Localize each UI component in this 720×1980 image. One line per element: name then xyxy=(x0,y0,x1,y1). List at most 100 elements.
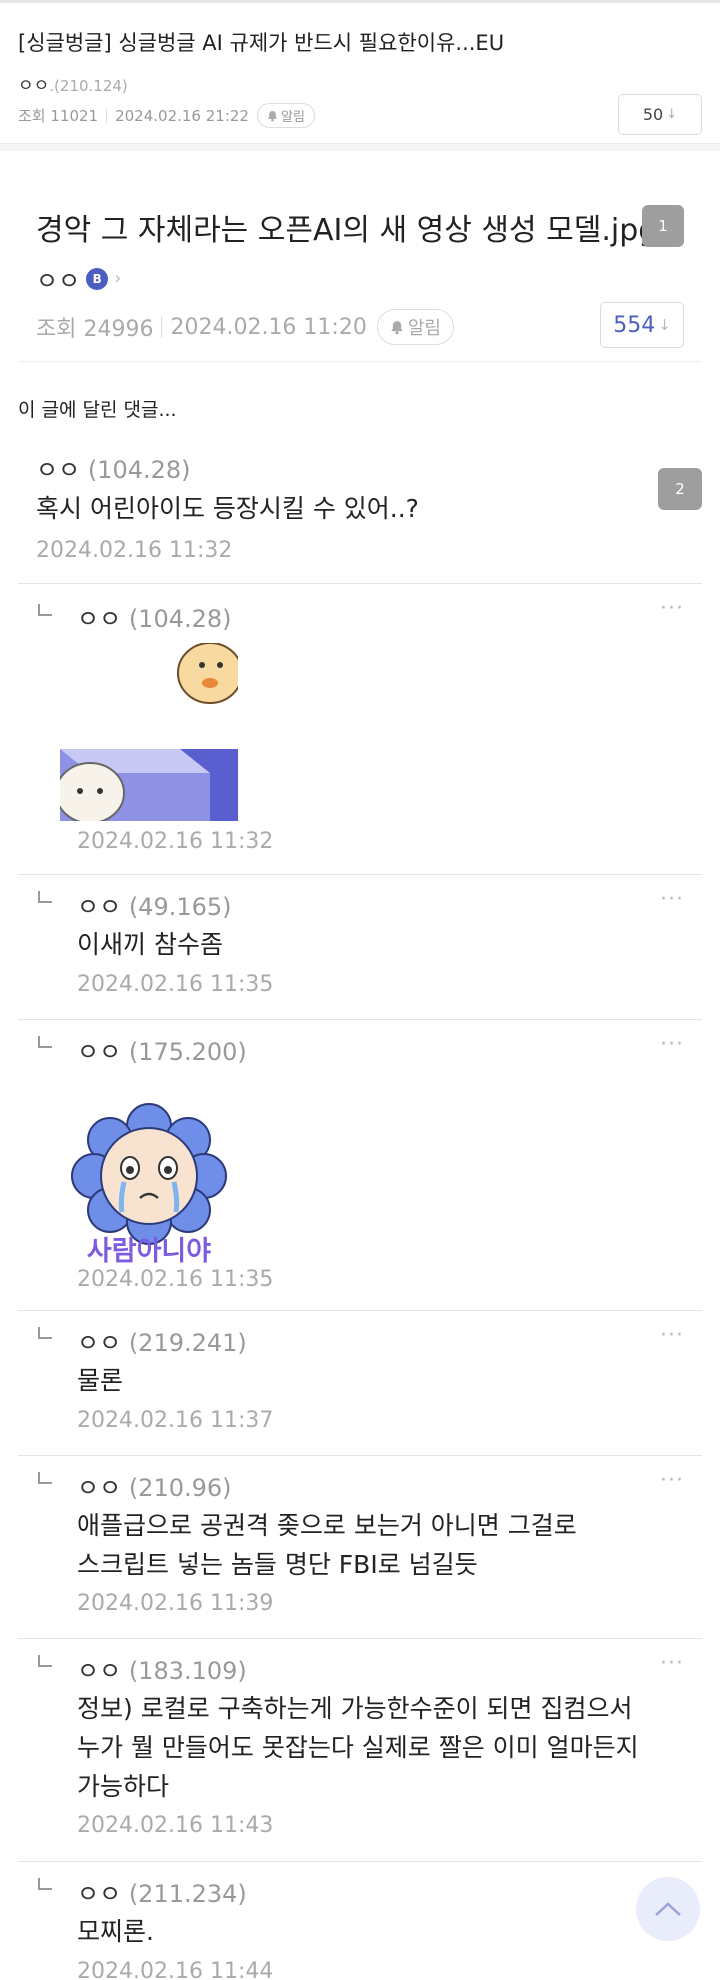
section-divider xyxy=(0,143,720,151)
comment-body: 모찌론. xyxy=(77,1917,154,1946)
reply-arrow-icon xyxy=(38,1036,52,1048)
post-title[interactable]: [싱글벙글] 싱글벙글 AI 규제가 반드시 필요한이유...EU xyxy=(18,27,504,57)
chevron-up-icon xyxy=(655,1902,681,1916)
comment-image[interactable] xyxy=(60,643,238,821)
comment-date: 2024.02.16 11:32 xyxy=(36,538,233,563)
author-ip: (175.200) xyxy=(128,1038,247,1066)
comment-item: ㅇㅇ (104.28) 혹시 어린아이도 등장시킬 수 있어..? 2024.0… xyxy=(18,437,702,584)
post-date: 2024.02.16 11:20 xyxy=(170,314,367,340)
count-badge: 1 xyxy=(642,205,684,247)
comment-line: 정보) 로컬로 구축하는게 가능한수준이 되면 집컴으서 xyxy=(77,1694,633,1723)
comment-body: 애플급으로 공권격 좆으로 보는거 아니면 그걸로 스크립트 넣는 놈들 명단 … xyxy=(77,1506,577,1584)
author-name: ㅇㅇ xyxy=(77,1329,122,1357)
author-ip: (219.241) xyxy=(128,1329,247,1357)
meta-divider xyxy=(161,316,163,338)
comment-item: ㅇㅇ (183.109) ··· 정보) 로컬로 구축하는게 가능한수준이 되면… xyxy=(18,1639,702,1862)
comment-line: 애플급으로 공권격 좆으로 보는거 아니면 그걸로 xyxy=(77,1511,577,1540)
scroll-to-top-button[interactable] xyxy=(636,1877,700,1941)
post-item-2[interactable]: 경악 그 자체라는 오픈AI의 새 영상 생성 모델.jpg 1 ㅇㅇ B › … xyxy=(0,151,720,363)
author-ip: (104.28) xyxy=(128,605,232,633)
author-ip: (210.96) xyxy=(128,1474,232,1502)
down-arrow-icon: ↓ xyxy=(658,316,671,334)
sticker-caption: 사람아니야 xyxy=(87,1236,211,1267)
down-arrow-icon: ↓ xyxy=(666,107,678,122)
comment-body: 혹시 어린아이도 등장시킬 수 있어..? xyxy=(36,494,419,523)
comment-date: 2024.02.16 11:32 xyxy=(77,829,274,854)
comment-date: 2024.02.16 11:43 xyxy=(77,1813,274,1838)
reply-count-badge[interactable]: 2 xyxy=(658,468,702,510)
comment-body: 정보) 로컬로 구축하는게 가능한수준이 되면 집컴으서 누가 뭘 만들어도 못… xyxy=(77,1689,639,1806)
comment-date: 2024.02.16 11:44 xyxy=(77,1959,274,1980)
comment-body: 이새끼 참수좀 xyxy=(77,930,223,959)
comment-count-button[interactable]: 554 ↓ xyxy=(600,302,684,348)
comment-date: 2024.02.16 11:35 xyxy=(77,1267,274,1292)
comment-date: 2024.02.16 11:35 xyxy=(77,972,274,997)
alarm-label: 알림 xyxy=(280,110,305,125)
comment-line: 가능하다 xyxy=(77,1772,170,1801)
author-ip: (49.165) xyxy=(128,893,232,921)
reply-arrow-icon xyxy=(38,1878,52,1890)
post-author[interactable]: ㅇㅇ.(210.124) xyxy=(18,71,128,96)
comment-date: 2024.02.16 11:37 xyxy=(77,1408,274,1433)
chevron-right-icon: › xyxy=(114,268,122,289)
post-item-1[interactable]: [싱글벙글] 싱글벙글 AI 규제가 반드시 필요한이유...EU ㅇㅇ.(21… xyxy=(0,3,720,143)
comment-author[interactable]: ㅇㅇ (211.234) xyxy=(77,1874,247,1909)
comment-body: 물론 xyxy=(77,1366,124,1395)
comment-author[interactable]: ㅇㅇ (175.200) xyxy=(77,1032,247,1067)
meta-divider xyxy=(106,108,108,123)
crying-lion-sticker: 사람아니야 xyxy=(60,1090,238,1268)
comment-line: 누가 뭘 만들어도 못잡는다 실제로 짤은 이미 얼마든지 xyxy=(77,1733,639,1762)
reply-arrow-icon xyxy=(38,891,52,903)
reply-arrow-icon xyxy=(38,604,52,616)
comment-author[interactable]: ㅇㅇ (210.96) xyxy=(77,1468,232,1503)
comment-item: ㅇㅇ (211.234) 모찌론. 2024.02.16 11:44 xyxy=(18,1862,702,1980)
comments-header: 이 글에 달린 댓글... xyxy=(18,399,177,421)
comment-line: 스크립트 넣는 놈들 명단 FBI로 넘길듯 xyxy=(77,1550,478,1579)
more-options-icon[interactable]: ··· xyxy=(660,1323,684,1348)
author-name: ㅇㅇ xyxy=(18,76,50,96)
view-count: 조회 24996 xyxy=(36,317,154,342)
more-options-icon[interactable]: ··· xyxy=(660,1468,684,1493)
author-name: ㅇㅇ xyxy=(36,456,81,484)
alarm-label: 알림 xyxy=(407,318,441,339)
comment-image[interactable]: 사람아니야 xyxy=(60,1090,238,1268)
sticker-image xyxy=(60,643,238,821)
author-ip: .(210.124) xyxy=(49,77,128,95)
more-options-icon[interactable]: ··· xyxy=(660,1651,684,1676)
reply-arrow-icon xyxy=(38,1655,52,1667)
author-name: ㅇㅇ xyxy=(77,605,122,633)
author-name: ㅇㅇ xyxy=(36,267,81,295)
post-author[interactable]: ㅇㅇ B › xyxy=(36,261,121,296)
author-ip: (183.109) xyxy=(128,1657,247,1685)
author-name: ㅇㅇ xyxy=(77,1038,122,1066)
comment-count-button[interactable]: 50 ↓ xyxy=(618,94,702,135)
comment-count: 554 xyxy=(613,312,656,338)
reply-arrow-icon xyxy=(38,1472,52,1484)
comment-date: 2024.02.16 11:39 xyxy=(77,1591,274,1616)
more-options-icon[interactable]: ··· xyxy=(660,596,684,621)
author-name: ㅇㅇ xyxy=(77,1880,122,1908)
bell-icon xyxy=(391,320,403,334)
comment-author[interactable]: ㅇㅇ (183.109) xyxy=(77,1651,247,1686)
comment-count: 50 xyxy=(642,105,664,124)
comment-author[interactable]: ㅇㅇ (104.28) xyxy=(36,450,191,485)
author-name: ㅇㅇ xyxy=(77,893,122,921)
alarm-button[interactable]: 알림 xyxy=(256,103,315,128)
author-ip: (104.28) xyxy=(87,456,191,484)
view-count: 조회 11021 xyxy=(18,107,99,125)
comment-author[interactable]: ㅇㅇ (104.28) xyxy=(77,599,232,634)
post-meta: 조회 11021 2024.02.16 21:22 알림 xyxy=(18,103,315,128)
comment-author[interactable]: ㅇㅇ (49.165) xyxy=(77,887,232,922)
comment-item: ㅇㅇ (49.165) ··· 이새끼 참수좀 2024.02.16 11:35 xyxy=(18,875,702,1020)
post-title[interactable]: 경악 그 자체라는 오픈AI의 새 영상 생성 모델.jpg xyxy=(36,205,657,249)
post-meta: 조회 24996 2024.02.16 11:20 알림 xyxy=(36,309,454,345)
author-name: ㅇㅇ xyxy=(77,1474,122,1502)
comment-author[interactable]: ㅇㅇ (219.241) xyxy=(77,1323,247,1358)
more-options-icon[interactable]: ··· xyxy=(660,887,684,912)
author-ip: (211.234) xyxy=(128,1880,247,1908)
post-date: 2024.02.16 21:22 xyxy=(115,106,249,125)
comment-item: ㅇㅇ (210.96) ··· 애플급으로 공권격 좆으로 보는거 아니면 그걸… xyxy=(18,1456,702,1639)
more-options-icon[interactable]: ··· xyxy=(660,1032,684,1057)
author-name: ㅇㅇ xyxy=(77,1657,122,1685)
alarm-button[interactable]: 알림 xyxy=(376,309,454,345)
